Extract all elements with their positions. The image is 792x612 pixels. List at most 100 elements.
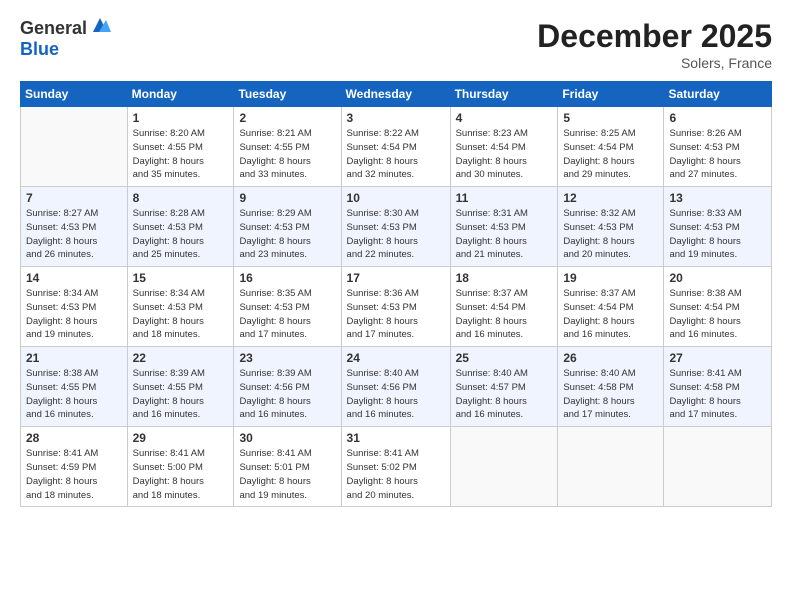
calendar-week-row: 21 Sunrise: 8:38 AM Sunset: 4:55 PM Dayli… (21, 347, 772, 427)
day-info: Sunrise: 8:41 AM Sunset: 5:00 PM Dayligh… (133, 447, 229, 502)
day-info: Sunrise: 8:41 AM Sunset: 5:01 PM Dayligh… (239, 447, 335, 502)
day-info: Sunrise: 8:33 AM Sunset: 4:53 PM Dayligh… (669, 207, 766, 262)
logo-blue: Blue (20, 40, 111, 60)
day-number: 12 (563, 191, 658, 205)
calendar-cell: 28 Sunrise: 8:41 AM Sunset: 4:59 PM Dayli… (21, 427, 128, 507)
day-number: 22 (133, 351, 229, 365)
day-info: Sunrise: 8:41 AM Sunset: 5:02 PM Dayligh… (347, 447, 445, 502)
calendar-cell: 25 Sunrise: 8:40 AM Sunset: 4:57 PM Dayli… (450, 347, 558, 427)
day-number: 9 (239, 191, 335, 205)
day-info: Sunrise: 8:41 AM Sunset: 4:58 PM Dayligh… (669, 367, 766, 422)
title-section: December 2025 Solers, France (537, 18, 772, 71)
calendar-cell: 9 Sunrise: 8:29 AM Sunset: 4:53 PM Daylig… (234, 187, 341, 267)
calendar-cell: 8 Sunrise: 8:28 AM Sunset: 4:53 PM Daylig… (127, 187, 234, 267)
calendar-cell: 24 Sunrise: 8:40 AM Sunset: 4:56 PM Dayli… (341, 347, 450, 427)
day-info: Sunrise: 8:38 AM Sunset: 4:54 PM Dayligh… (669, 287, 766, 342)
calendar-cell (664, 427, 772, 507)
day-header-friday: Friday (558, 82, 664, 107)
day-header-tuesday: Tuesday (234, 82, 341, 107)
calendar-cell: 27 Sunrise: 8:41 AM Sunset: 4:58 PM Dayli… (664, 347, 772, 427)
day-number: 1 (133, 111, 229, 125)
month-title: December 2025 (537, 18, 772, 55)
day-number: 31 (347, 431, 445, 445)
calendar-cell: 1 Sunrise: 8:20 AM Sunset: 4:55 PM Daylig… (127, 107, 234, 187)
calendar-cell: 26Sunrise: 8:40 AM Sunset: 4:58 PM Dayli… (558, 347, 664, 427)
day-info: Sunrise: 8:40 AM Sunset: 4:57 PM Dayligh… (456, 367, 553, 422)
logo-icon (89, 14, 111, 36)
day-header-sunday: Sunday (21, 82, 128, 107)
calendar-cell: 4 Sunrise: 8:23 AM Sunset: 4:54 PM Daylig… (450, 107, 558, 187)
day-number: 11 (456, 191, 553, 205)
calendar-cell: 16 Sunrise: 8:35 AM Sunset: 4:53 PM Dayli… (234, 267, 341, 347)
day-number: 8 (133, 191, 229, 205)
day-number: 25 (456, 351, 553, 365)
day-info: Sunrise: 8:20 AM Sunset: 4:55 PM Dayligh… (133, 127, 229, 182)
calendar-cell: 5 Sunrise: 8:25 AM Sunset: 4:54 PM Daylig… (558, 107, 664, 187)
day-info: Sunrise: 8:32 AM Sunset: 4:53 PM Dayligh… (563, 207, 658, 262)
day-info: Sunrise: 8:28 AM Sunset: 4:53 PM Dayligh… (133, 207, 229, 262)
day-number: 21 (26, 351, 122, 365)
calendar-cell: 30Sunrise: 8:41 AM Sunset: 5:01 PM Dayli… (234, 427, 341, 507)
calendar-cell: 3Sunrise: 8:22 AM Sunset: 4:54 PM Daylig… (341, 107, 450, 187)
day-info: Sunrise: 8:34 AM Sunset: 4:53 PM Dayligh… (133, 287, 229, 342)
day-info: Sunrise: 8:23 AM Sunset: 4:54 PM Dayligh… (456, 127, 553, 182)
day-number: 14 (26, 271, 122, 285)
day-number: 28 (26, 431, 122, 445)
day-number: 18 (456, 271, 553, 285)
day-info: Sunrise: 8:39 AM Sunset: 4:56 PM Dayligh… (239, 367, 335, 422)
day-number: 24 (347, 351, 445, 365)
calendar-cell: 10 Sunrise: 8:30 AM Sunset: 4:53 PM Dayli… (341, 187, 450, 267)
day-number: 16 (239, 271, 335, 285)
day-info: Sunrise: 8:26 AM Sunset: 4:53 PM Dayligh… (669, 127, 766, 182)
day-number: 19 (563, 271, 658, 285)
calendar-cell: 31 Sunrise: 8:41 AM Sunset: 5:02 PM Dayli… (341, 427, 450, 507)
day-number: 13 (669, 191, 766, 205)
day-info: Sunrise: 8:41 AM Sunset: 4:59 PM Dayligh… (26, 447, 122, 502)
day-info: Sunrise: 8:31 AM Sunset: 4:53 PM Dayligh… (456, 207, 553, 262)
day-info: Sunrise: 8:39 AM Sunset: 4:55 PM Dayligh… (133, 367, 229, 422)
day-info: Sunrise: 8:21 AM Sunset: 4:55 PM Dayligh… (239, 127, 335, 182)
calendar-cell: 15 Sunrise: 8:34 AM Sunset: 4:53 PM Dayli… (127, 267, 234, 347)
day-info: Sunrise: 8:38 AM Sunset: 4:55 PM Dayligh… (26, 367, 122, 422)
day-info: Sunrise: 8:37 AM Sunset: 4:54 PM Dayligh… (563, 287, 658, 342)
calendar-cell: 7 Sunrise: 8:27 AM Sunset: 4:53 PM Daylig… (21, 187, 128, 267)
calendar-header-row: SundayMondayTuesdayWednesdayThursdayFrid… (21, 82, 772, 107)
day-info: Sunrise: 8:35 AM Sunset: 4:53 PM Dayligh… (239, 287, 335, 342)
day-number: 7 (26, 191, 122, 205)
day-info: Sunrise: 8:29 AM Sunset: 4:53 PM Dayligh… (239, 207, 335, 262)
calendar-cell (450, 427, 558, 507)
day-header-wednesday: Wednesday (341, 82, 450, 107)
calendar-cell: 13 Sunrise: 8:33 AM Sunset: 4:53 PM Dayli… (664, 187, 772, 267)
day-number: 23 (239, 351, 335, 365)
location: Solers, France (537, 55, 772, 71)
day-number: 15 (133, 271, 229, 285)
day-info: Sunrise: 8:25 AM Sunset: 4:54 PM Dayligh… (563, 127, 658, 182)
calendar-cell: 29Sunrise: 8:41 AM Sunset: 5:00 PM Dayli… (127, 427, 234, 507)
day-header-saturday: Saturday (664, 82, 772, 107)
day-number: 5 (563, 111, 658, 125)
calendar-cell: 20 Sunrise: 8:38 AM Sunset: 4:54 PM Dayli… (664, 267, 772, 347)
calendar-week-row: 7 Sunrise: 8:27 AM Sunset: 4:53 PM Daylig… (21, 187, 772, 267)
calendar-week-row: 28 Sunrise: 8:41 AM Sunset: 4:59 PM Dayli… (21, 427, 772, 507)
calendar-week-row: 1 Sunrise: 8:20 AM Sunset: 4:55 PM Daylig… (21, 107, 772, 187)
day-header-monday: Monday (127, 82, 234, 107)
calendar-cell (558, 427, 664, 507)
calendar-cell: 14 Sunrise: 8:34 AM Sunset: 4:53 PM Dayli… (21, 267, 128, 347)
day-info: Sunrise: 8:36 AM Sunset: 4:53 PM Dayligh… (347, 287, 445, 342)
calendar-table: SundayMondayTuesdayWednesdayThursdayFrid… (20, 81, 772, 507)
day-number: 4 (456, 111, 553, 125)
header: General Blue December 2025 Solers, Franc… (20, 18, 772, 71)
day-number: 10 (347, 191, 445, 205)
day-number: 3 (347, 111, 445, 125)
day-number: 2 (239, 111, 335, 125)
calendar-cell: 2 Sunrise: 8:21 AM Sunset: 4:55 PM Daylig… (234, 107, 341, 187)
calendar-cell: 23 Sunrise: 8:39 AM Sunset: 4:56 PM Dayli… (234, 347, 341, 427)
day-number: 17 (347, 271, 445, 285)
day-info: Sunrise: 8:40 AM Sunset: 4:56 PM Dayligh… (347, 367, 445, 422)
day-number: 27 (669, 351, 766, 365)
day-info: Sunrise: 8:30 AM Sunset: 4:53 PM Dayligh… (347, 207, 445, 262)
day-header-thursday: Thursday (450, 82, 558, 107)
day-info: Sunrise: 8:27 AM Sunset: 4:53 PM Dayligh… (26, 207, 122, 262)
day-info: Sunrise: 8:34 AM Sunset: 4:53 PM Dayligh… (26, 287, 122, 342)
day-number: 20 (669, 271, 766, 285)
